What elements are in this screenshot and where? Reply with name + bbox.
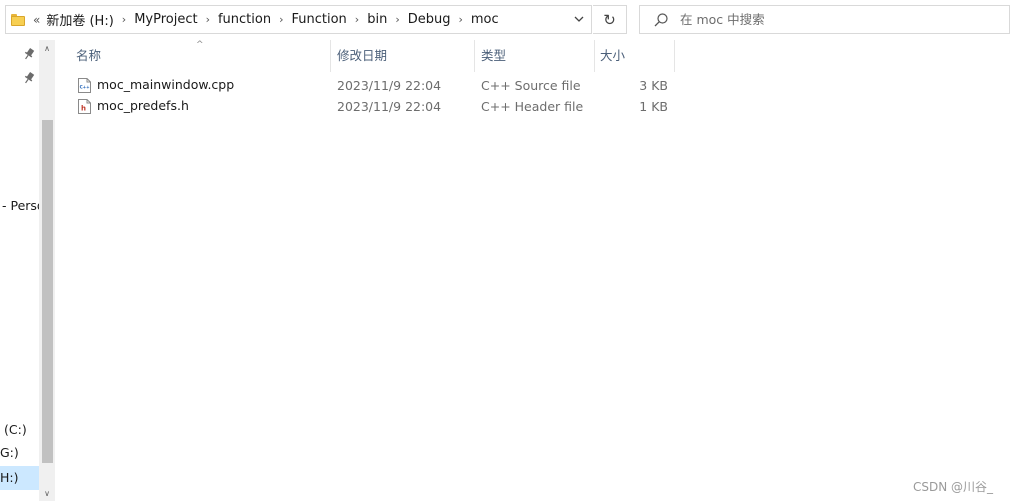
breadcrumb-separator-icon[interactable]: › [120,13,128,26]
nav-item-drive-h: H:) [0,470,19,485]
file-modified: 2023/11/9 22:04 [337,99,442,114]
file-list: ^ 名称 修改日期 类型 大小 C++ moc_mainwindow.cpp 2… [55,40,1010,501]
file-size: 1 KB [639,99,668,114]
chevron-down-icon[interactable] [573,13,585,25]
column-headers: ^ 名称 修改日期 类型 大小 [55,40,1010,72]
breadcrumb-moc[interactable]: moc [465,12,505,27]
file-row[interactable]: h moc_predefs.h 2023/11/9 22:04 C++ Head… [71,96,691,117]
breadcrumb-function-upper[interactable]: Function [286,12,353,27]
nav-item-drive-c[interactable]: (C:) [4,422,27,437]
refresh-button[interactable]: ↻ [593,5,627,34]
header-file-icon: h [78,99,91,114]
overflow-chevron-icon[interactable]: « [33,13,40,27]
file-size: 3 KB [639,78,668,93]
column-divider[interactable] [674,40,675,72]
breadcrumb-bin[interactable]: bin [361,12,393,27]
pin-icon[interactable] [22,71,36,85]
toolbar: « 新加卷 (H:) › MyProject › function › Func… [0,0,1010,40]
breadcrumb-myproject[interactable]: MyProject [128,12,203,27]
scroll-down-icon[interactable]: ∨ [39,485,55,501]
breadcrumb-separator-icon[interactable]: › [393,13,401,26]
column-header-modified[interactable]: 修改日期 [316,40,474,72]
breadcrumb-separator-icon[interactable]: › [353,13,361,26]
column-header-type[interactable]: 类型 [460,40,594,72]
breadcrumb-separator-icon[interactable]: › [204,13,212,26]
nav-item-onedrive-personal[interactable]: - Perso [2,198,40,213]
breadcrumb-separator-icon[interactable]: › [456,13,464,26]
column-header-name[interactable]: 名称 [55,40,330,72]
search-input[interactable] [680,12,980,27]
refresh-icon: ↻ [603,10,616,29]
file-name[interactable]: moc_predefs.h [97,98,189,113]
column-header-size[interactable]: 大小 [579,40,659,72]
nav-item-drive-g[interactable]: G:) [0,445,19,460]
nav-scrollbar[interactable]: ∧ ∨ [39,40,55,501]
file-modified: 2023/11/9 22:04 [337,78,442,93]
address-bar[interactable]: « 新加卷 (H:) › MyProject › function › Func… [5,5,592,34]
scroll-up-icon[interactable]: ∧ [39,40,55,56]
search-icon [654,12,668,26]
scrollbar-thumb[interactable] [42,120,53,463]
breadcrumb-debug[interactable]: Debug [402,12,457,27]
file-type: C++ Header file [481,99,584,114]
search-box[interactable] [639,5,1010,34]
file-name[interactable]: moc_mainwindow.cpp [97,77,234,92]
folder-icon [11,13,25,26]
cpp-badge: C++ [80,85,91,90]
file-type: C++ Source file [481,78,581,93]
header-badge: h [81,105,86,113]
pin-icon[interactable] [22,47,36,61]
watermark: CSDN @川谷_ [913,480,994,494]
breadcrumb-function[interactable]: function [212,12,277,27]
breadcrumb-drive[interactable]: 新加卷 (H:) [40,10,119,29]
file-row[interactable]: C++ moc_mainwindow.cpp 2023/11/9 22:04 C… [71,75,691,96]
navigation-pane: - Perso (C:) G:) H:) [0,40,40,501]
cpp-file-icon: C++ [78,78,91,93]
breadcrumb-separator-icon[interactable]: › [277,13,285,26]
nav-item-drive-h-selected[interactable]: H:) [0,466,40,490]
